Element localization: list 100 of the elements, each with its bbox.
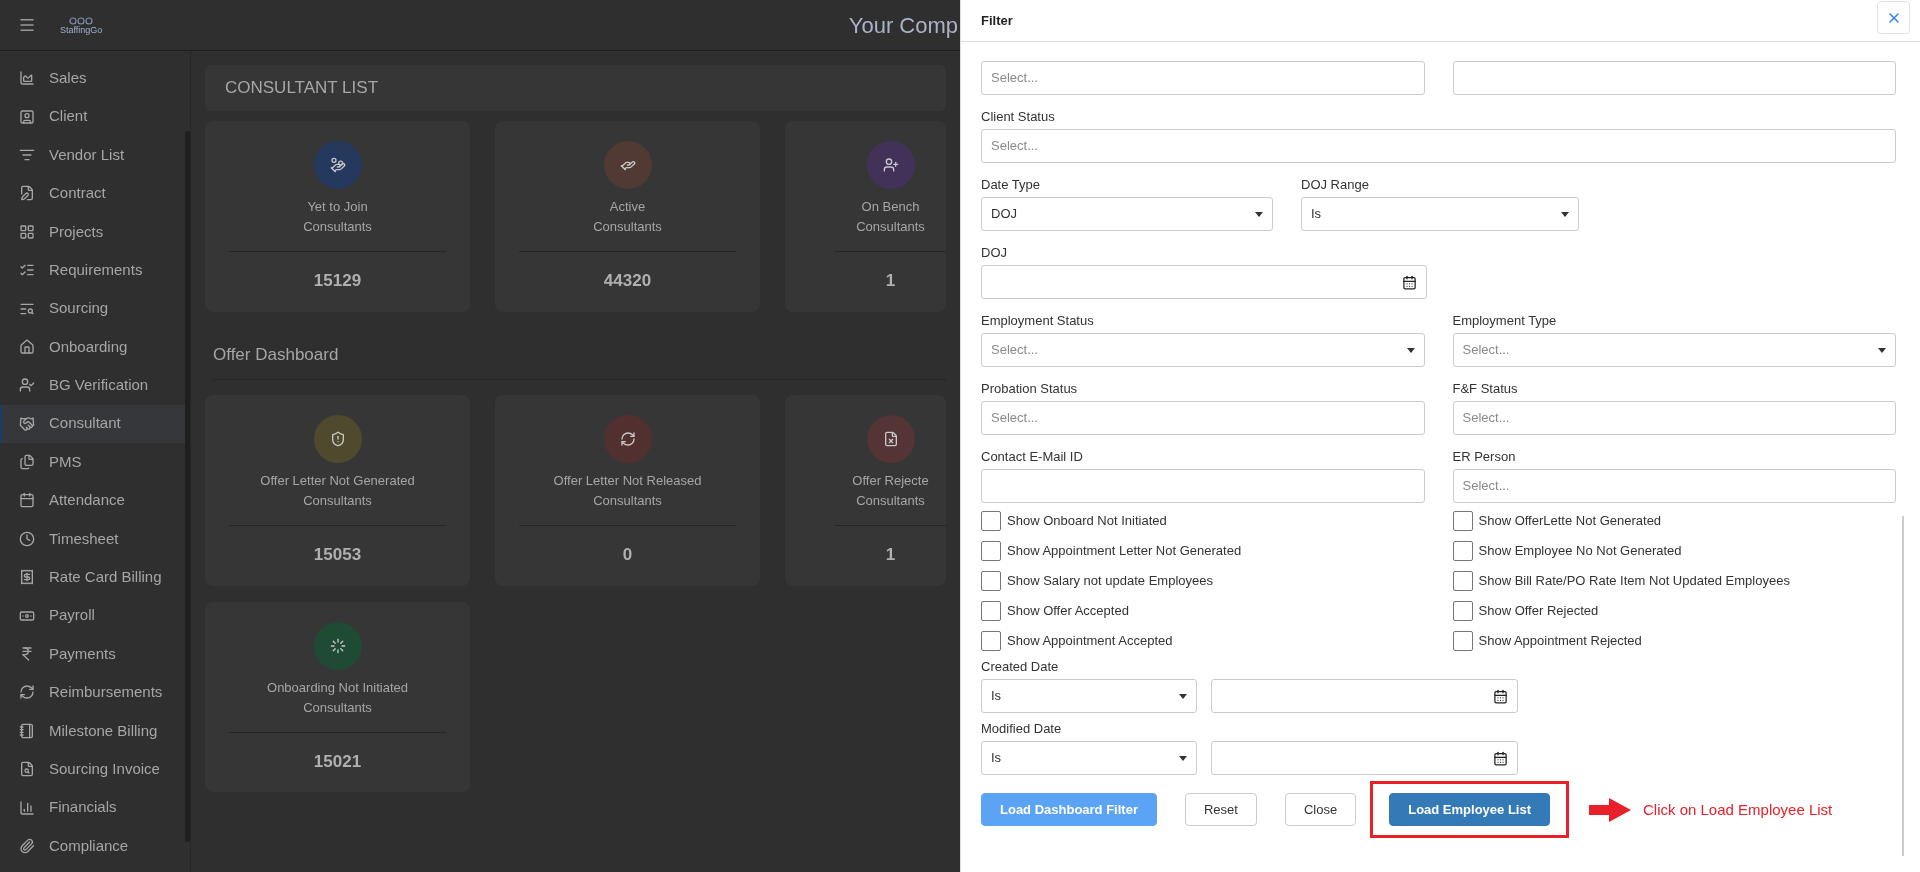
sidebar-item[interactable]: BG Verification (0, 366, 185, 405)
select-field[interactable]: Select... (1452, 469, 1896, 503)
shield-icon (329, 431, 346, 447)
user-card-icon (19, 108, 35, 125)
caret-icon (1406, 347, 1415, 353)
checkbox[interactable] (1452, 571, 1473, 591)
checkbox[interactable] (981, 571, 1001, 591)
sidebar-item[interactable]: PMS (0, 442, 185, 482)
checkbox-option[interactable]: Show Appointment Rejected (1452, 631, 1896, 651)
sidebar-item[interactable]: Sales (0, 59, 185, 98)
bar-chart-icon (19, 799, 35, 816)
logo-text: StaffingGo (60, 25, 103, 35)
sidebar-item[interactable]: Timesheet (0, 519, 185, 559)
select-field[interactable]: Select... (1452, 401, 1896, 435)
sidebar-item[interactable]: Attendance (0, 481, 185, 520)
card-count: 15021 (313, 750, 362, 773)
sidebar-item[interactable]: Contract (0, 174, 185, 213)
chart-icon (19, 70, 35, 87)
sidebar-item[interactable]: Payroll (0, 596, 185, 635)
card-count: 0 (622, 544, 633, 566)
checkbox[interactable] (981, 601, 1001, 621)
card-count: 1 (885, 544, 896, 566)
dropdown-field[interactable]: Select... (1452, 333, 1896, 367)
sidebar-item[interactable]: Milestone Billing (0, 711, 185, 751)
calendar-icon (19, 492, 35, 509)
checkbox[interactable] (1452, 631, 1473, 651)
sidebar-item[interactable]: Payments (0, 634, 185, 674)
dropdown-field[interactable]: Is (1301, 197, 1579, 231)
sidebar-item[interactable]: Rate Card Billing (0, 558, 185, 597)
select-field[interactable]: Select... (981, 129, 1896, 163)
card-count: 1 (885, 270, 896, 292)
caret-icon (1561, 211, 1569, 217)
checkbox-option[interactable]: Show Bill Rate/PO Rate Item Not Updated Employees (1452, 571, 1896, 591)
annotation-text: Click on Load Employee List (1643, 799, 1833, 820)
action-button[interactable]: Close (1284, 793, 1357, 826)
dropdown-field[interactable]: Select... (981, 333, 1425, 367)
sidebar-item[interactable]: Onboarding (0, 327, 185, 367)
calendar-icon (1493, 750, 1508, 766)
sidebar-item[interactable]: Client (0, 97, 185, 136)
checkbox-option[interactable]: Show Employee No Not Generated (1452, 541, 1896, 561)
input-field[interactable] (1452, 61, 1896, 95)
dropdown-field[interactable]: Is (981, 741, 1197, 775)
checkbox[interactable] (981, 631, 1001, 651)
checkbox[interactable] (1452, 601, 1473, 621)
sidebar-item[interactable]: Sourcing Invoice (0, 750, 185, 789)
dropdown-field[interactable]: DOJ (981, 197, 1273, 231)
date-field[interactable] (1211, 679, 1518, 713)
sidebar-item[interactable]: Consultant (0, 404, 185, 443)
caret-icon (1878, 347, 1886, 353)
input-field[interactable] (981, 469, 1425, 503)
field-label: Employment Type (1452, 313, 1558, 329)
field-label: Client Status (981, 109, 1056, 125)
refresh-icon (619, 431, 636, 447)
checkbox[interactable] (1452, 541, 1473, 561)
select-field[interactable]: Select... (981, 61, 1425, 95)
sidebar-item[interactable]: Projects (0, 212, 185, 251)
caret-icon (1179, 755, 1187, 761)
file-x-icon (882, 431, 899, 447)
card-label: On Bench Consultants (856, 198, 925, 236)
files-icon (19, 454, 35, 471)
checkbox[interactable] (1452, 511, 1473, 531)
checkbox-option[interactable]: Show Appointment Letter Not Generated (981, 541, 1425, 561)
checkbox-option[interactable]: Show Appointment Accepted (981, 631, 1425, 651)
sidebar-item[interactable]: Sourcing (0, 289, 185, 328)
action-button[interactable]: Load Employee List (1389, 793, 1550, 826)
action-button[interactable]: Reset (1184, 793, 1257, 826)
rupee-icon (19, 646, 35, 663)
sidebar-item[interactable]: Financials (0, 788, 185, 827)
card-label: Offer Letter Not Released Consultants (553, 472, 702, 510)
sidebar-item[interactable]: Reimbursements (0, 673, 185, 712)
receipt-icon (19, 569, 35, 586)
checkbox-option[interactable]: Show Offer Rejected (1452, 601, 1896, 621)
logo-dots-icon (68, 15, 95, 25)
arrow-icon (1589, 797, 1631, 822)
checkbox-option[interactable]: Show OfferLette Not Generated (1452, 511, 1896, 531)
checkbox-option[interactable]: Show Onboard Not Initiated (981, 511, 1425, 531)
file-pen-icon (19, 185, 35, 202)
section-title: Offer Dashboard (213, 343, 340, 366)
card-label: Offer Rejecte Consultants (852, 472, 929, 510)
calendar-icon (1493, 688, 1508, 704)
sidebar-item[interactable]: Vendor List (0, 135, 185, 175)
date-field[interactable] (981, 265, 1427, 299)
menu-icon[interactable] (18, 16, 36, 34)
checkbox-option[interactable]: Show Salary not update Employees (981, 571, 1425, 591)
sidebar-item[interactable]: Compliance (0, 826, 185, 866)
checkbox-option[interactable]: Show Offer Accepted (981, 601, 1425, 621)
handshake-icon (19, 415, 35, 432)
dropdown-field[interactable]: Is (981, 679, 1197, 713)
card-count: 15129 (313, 270, 362, 292)
refresh-icon (19, 684, 35, 701)
card-count: 15053 (313, 544, 362, 566)
sidebar-item[interactable]: Requirements (0, 250, 185, 290)
checkbox[interactable] (981, 541, 1001, 561)
paperclip-icon (19, 838, 35, 854)
date-field[interactable] (1211, 741, 1518, 775)
calendar-icon (1402, 274, 1417, 290)
checkbox[interactable] (981, 511, 1001, 531)
field-label: ER Person (1452, 449, 1517, 465)
house-icon (19, 338, 35, 355)
select-field[interactable]: Select... (981, 401, 1425, 435)
